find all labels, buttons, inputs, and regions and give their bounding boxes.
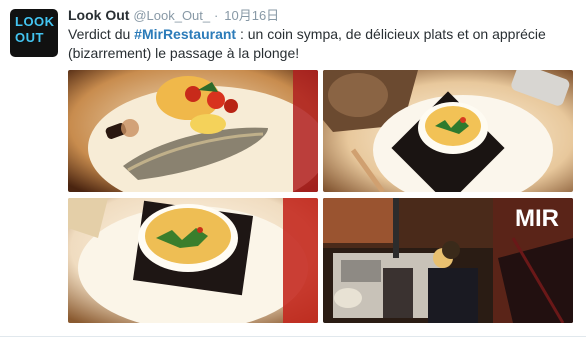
photo-creme-brulee-close[interactable] [68, 198, 318, 323]
tweet-text-start: Verdict du [68, 26, 135, 42]
hashtag-link[interactable]: #MirRestaurant [134, 26, 236, 42]
avatar-logo-text: LOOK OUT [15, 14, 55, 46]
photo-grid: MIR [68, 70, 573, 323]
photo-grilled-fish[interactable] [68, 70, 318, 192]
user-fullname[interactable]: Look Out [68, 7, 129, 23]
photo-kitchen[interactable]: MIR [323, 198, 573, 323]
avatar-logo-line-1: LOOK [15, 14, 55, 29]
tweet: LOOK OUT Look Out @Look_Out_ · 10月16日 Ve… [0, 0, 586, 337]
header-separator: · [214, 8, 219, 23]
photo-kitchen-image: MIR [323, 198, 573, 323]
tweet-timestamp[interactable]: 10月16日 [224, 8, 279, 23]
photo-creme-brulee-close-image [68, 198, 318, 323]
tweet-header: Look Out @Look_Out_ · 10月16日 [68, 6, 279, 25]
avatar[interactable]: LOOK OUT [10, 9, 58, 57]
mir-sign-text: MIR [515, 205, 559, 232]
user-handle[interactable]: @Look_Out_ [133, 8, 210, 23]
tweet-text: Verdict du #MirRestaurant : un coin symp… [68, 25, 573, 63]
photo-grilled-fish-image [68, 70, 318, 192]
photo-creme-brulee-top-image [323, 70, 573, 192]
photo-creme-brulee-top[interactable] [323, 70, 573, 192]
avatar-logo-line-2: OUT [15, 30, 44, 45]
